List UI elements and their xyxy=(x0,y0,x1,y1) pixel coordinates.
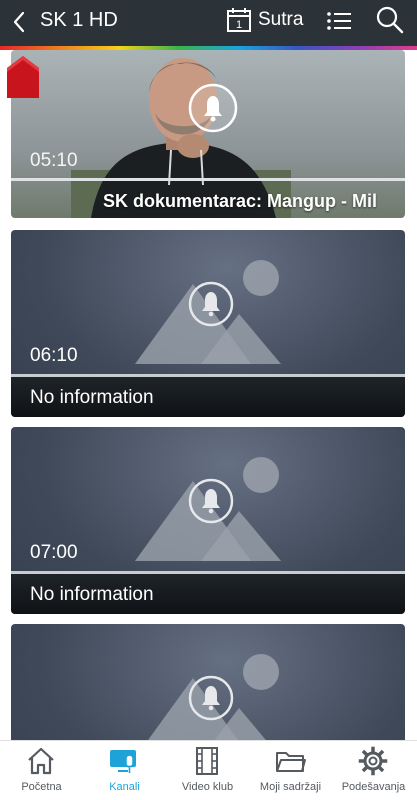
bottom-navigation: Početna Kanali Video klub Moji sadržaji … xyxy=(0,740,417,800)
calendar-icon: 1 xyxy=(227,8,251,32)
program-card[interactable] xyxy=(11,624,405,740)
nav-settings[interactable]: Podešavanja xyxy=(332,741,415,800)
program-time: 05:10 xyxy=(30,150,78,171)
program-list[interactable]: 05:10 SK dokumentarac: Mangup - Mil 06:1… xyxy=(0,50,417,740)
program-info-bar: No information xyxy=(11,377,405,417)
program-time: 07:00 xyxy=(30,542,78,563)
nav-my-content[interactable]: Moji sadržaji xyxy=(249,741,332,800)
program-title: No information xyxy=(30,387,154,408)
nav-my-content-label: Moji sadržaji xyxy=(259,781,322,793)
list-view-button[interactable] xyxy=(324,6,354,36)
program-title: SK dokumentarac: Mangup - Mil xyxy=(103,191,378,211)
calendar-day: 1 xyxy=(236,19,242,31)
nav-video-club[interactable]: Video klub xyxy=(166,741,249,800)
home-badge-icon[interactable] xyxy=(5,54,41,98)
nav-settings-label: Podešavanja xyxy=(341,781,406,793)
folder-icon xyxy=(276,752,306,772)
program-card[interactable]: 07:00 No information xyxy=(11,427,405,614)
channels-icon xyxy=(110,750,136,773)
program-time: 06:10 xyxy=(30,345,78,366)
chevron-left-icon xyxy=(13,11,25,33)
featured-program-card[interactable]: 05:10 SK dokumentarac: Mangup - Mil xyxy=(11,50,405,218)
search-button[interactable] xyxy=(374,4,406,36)
search-icon xyxy=(376,6,404,34)
channel-title: SK 1 HD xyxy=(40,9,118,31)
nav-channels-label: Kanali xyxy=(109,781,140,793)
nav-channels[interactable]: Kanali xyxy=(83,741,166,800)
program-info-bar: No information xyxy=(11,574,405,614)
program-card[interactable]: 06:10 No information xyxy=(11,230,405,417)
home-icon xyxy=(28,747,54,775)
bell-icon[interactable] xyxy=(187,280,235,328)
gear-icon xyxy=(358,746,388,776)
progress-bar xyxy=(11,178,405,181)
nav-video-club-label: Video klub xyxy=(181,781,234,793)
bell-icon[interactable] xyxy=(187,82,239,134)
bell-icon[interactable] xyxy=(187,477,235,525)
nav-home[interactable]: Početna xyxy=(0,741,83,800)
tomorrow-label: Sutra xyxy=(258,9,304,30)
list-icon xyxy=(327,12,351,30)
back-button[interactable] xyxy=(6,7,34,37)
nav-home-label: Početna xyxy=(21,781,62,793)
program-title: No information xyxy=(30,584,154,605)
bell-icon[interactable] xyxy=(187,674,235,722)
top-bar: SK 1 HD 1 Sutra xyxy=(0,0,417,46)
tomorrow-button[interactable]: 1 Sutra xyxy=(226,5,314,35)
film-icon xyxy=(196,747,218,775)
